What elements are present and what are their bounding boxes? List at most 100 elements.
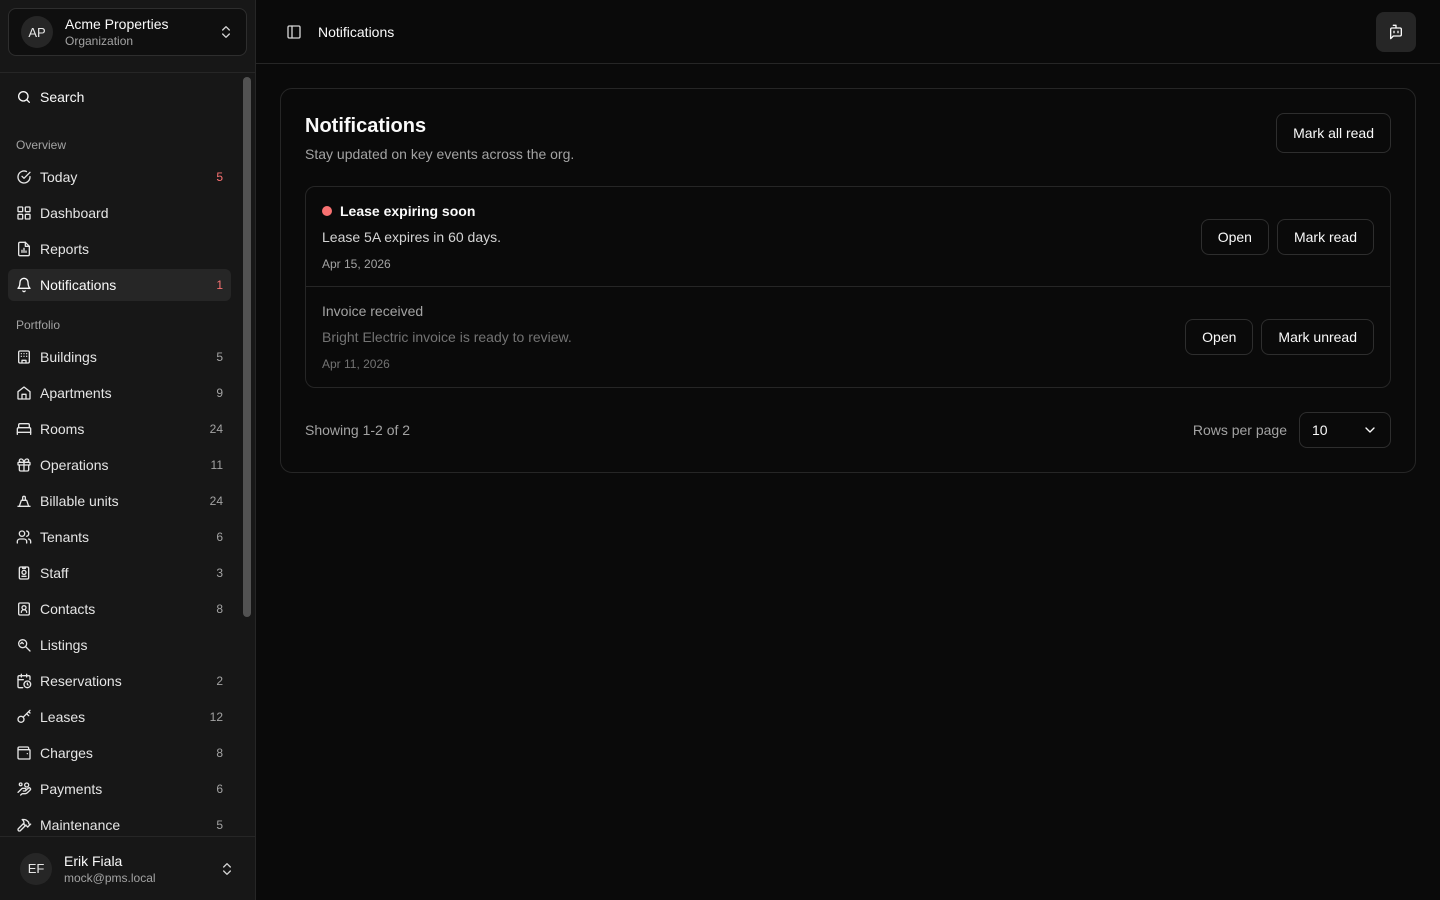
- sidebar-item-charges[interactable]: Charges 8: [8, 737, 231, 769]
- sidebar-search[interactable]: Search: [8, 81, 231, 113]
- sidebar-item-count: 5: [216, 170, 223, 184]
- sidebar-item-count: 12: [209, 710, 223, 724]
- sidebar-item-operations[interactable]: Operations 11: [8, 449, 231, 481]
- notification-date: Apr 11, 2026: [322, 357, 390, 371]
- mark-read-button[interactable]: Mark read: [1276, 218, 1374, 255]
- rows-per-page-select[interactable]: 10: [1299, 412, 1391, 448]
- sidebar-toggle-icon[interactable]: [284, 22, 304, 42]
- sidebar-item-count: 5: [216, 818, 223, 832]
- sidebar-item-leases[interactable]: Leases 12: [8, 701, 231, 733]
- sidebar-item-count: 6: [216, 530, 223, 544]
- sidebar-item-maintenance[interactable]: Maintenance 5: [8, 809, 231, 836]
- sidebar-item-label: Notifications: [40, 277, 117, 293]
- assistant-button[interactable]: [1376, 11, 1416, 52]
- sidebar-item-label: Dashboard: [40, 205, 109, 221]
- sidebar-item-label: Operations: [40, 457, 109, 473]
- sidebar-item-label: Billable units: [40, 493, 119, 509]
- rows-per-page: Rows per page 10: [1193, 412, 1391, 448]
- org-avatar: AP: [21, 16, 53, 48]
- sidebar-item-reservations[interactable]: Reservations 2: [8, 665, 231, 697]
- unread-dot-icon: [322, 205, 332, 216]
- notification-body: Lease 5A expires in 60 days.: [322, 228, 502, 245]
- key-icon: [16, 709, 32, 725]
- bed-icon: [16, 421, 32, 437]
- listing-icon: [16, 637, 32, 653]
- notifications-card: Notifications Stay updated on key events…: [280, 88, 1416, 473]
- report-icon: [16, 241, 32, 257]
- open-button[interactable]: Open: [1200, 218, 1269, 255]
- sidebar-item-label: Leases: [40, 709, 86, 725]
- hammer-icon: [16, 817, 32, 833]
- content: Notifications Stay updated on key events…: [256, 64, 1440, 497]
- notification-text: Lease expiring soon Lease 5A expires in …: [322, 203, 1201, 271]
- sidebar-item-billable-units[interactable]: Billable units 24: [8, 485, 231, 517]
- lamp-icon: [16, 493, 32, 509]
- sidebar-item-dashboard[interactable]: Dashboard: [8, 197, 231, 229]
- gift-icon: [16, 457, 32, 473]
- sidebar-item-contacts[interactable]: Contacts 8: [8, 593, 231, 625]
- sidebar-item-listings[interactable]: Listings: [8, 629, 231, 661]
- sidebar-item-label: Reservations: [40, 673, 122, 689]
- sidebar-item-label: Maintenance: [40, 817, 121, 833]
- wallet-icon: [16, 745, 32, 761]
- pagination: Showing 1-2 of 2 Rows per page 10: [305, 412, 1391, 448]
- sidebar-item-count: 6: [216, 782, 223, 796]
- sidebar-item-count: 5: [216, 350, 223, 364]
- sidebar-scrollbar[interactable]: [243, 77, 251, 617]
- users-icon: [16, 529, 32, 545]
- org-subtitle: Organization: [65, 34, 134, 48]
- notification-title: Invoice received: [322, 303, 1185, 319]
- user-menu[interactable]: EF Erik Fiala mock@pms.local: [0, 836, 255, 900]
- sidebar-item-label: Apartments: [40, 385, 112, 401]
- badge-icon: [16, 565, 32, 581]
- sidebar-item-staff[interactable]: Staff 3: [8, 557, 231, 589]
- sidebar-item-count: 2: [216, 674, 223, 688]
- sidebar-item-rooms[interactable]: Rooms 24: [8, 413, 231, 445]
- sidebar-item-today[interactable]: Today 5: [8, 161, 231, 193]
- list-item: Lease expiring soon Lease 5A expires in …: [306, 187, 1390, 287]
- bot-message-icon: [1388, 24, 1404, 40]
- card-heading: Notifications Stay updated on key events…: [305, 113, 574, 162]
- sidebar-item-count: 24: [209, 494, 223, 508]
- sidebar-item-tenants[interactable]: Tenants 6: [8, 521, 231, 553]
- notification-text: Invoice received Bright Electric invoice…: [322, 303, 1185, 371]
- sidebar-item-notifications[interactable]: Notifications 1: [8, 269, 231, 301]
- sidebar-item-count: 8: [216, 602, 223, 616]
- notification-actions: Open Mark read: [1200, 218, 1374, 255]
- sidebar-item-label: Rooms: [40, 421, 85, 437]
- sidebar-item-label: Charges: [40, 745, 93, 761]
- open-button[interactable]: Open: [1185, 319, 1254, 355]
- search-icon: [16, 89, 32, 105]
- rows-per-page-label: Rows per page: [1192, 422, 1287, 438]
- sidebar-item-label: Staff: [40, 565, 69, 581]
- user-avatar: EF: [20, 852, 52, 885]
- page-title: Notifications: [318, 23, 395, 40]
- card-header: Notifications Stay updated on key events…: [305, 113, 1391, 162]
- card-title: Notifications: [305, 115, 427, 137]
- contact-icon: [16, 601, 32, 617]
- list-item: Invoice received Bright Electric invoice…: [306, 287, 1390, 387]
- sidebar-item-count: 11: [210, 458, 223, 472]
- building-icon: [16, 349, 32, 365]
- calendar-clock-icon: [16, 673, 32, 689]
- sidebar: AP Acme Properties Organization Search O…: [0, 0, 256, 900]
- sidebar-item-payments[interactable]: Payments 6: [8, 773, 231, 805]
- search-label: Search: [40, 89, 85, 105]
- notification-body: Bright Electric invoice is ready to revi…: [322, 329, 572, 345]
- sidebar-item-count: 1: [216, 278, 223, 292]
- sidebar-item-buildings[interactable]: Buildings 5: [8, 341, 231, 373]
- sidebar-item-count: 8: [216, 746, 223, 760]
- sidebar-item-apartments[interactable]: Apartments 9: [8, 377, 231, 409]
- mark-all-read-button[interactable]: Mark all read: [1276, 113, 1391, 153]
- house-icon: [16, 385, 32, 401]
- sidebar-item-label: Listings: [40, 637, 88, 653]
- sidebar-item-count: 24: [209, 422, 223, 436]
- notification-title: Lease expiring soon: [322, 203, 1201, 219]
- sidebar-item-count: 3: [216, 566, 223, 580]
- user-text: Erik Fiala mock@pms.local: [64, 853, 207, 885]
- org-switcher[interactable]: AP Acme Properties Organization: [8, 8, 247, 56]
- sidebar-item-reports[interactable]: Reports: [8, 233, 231, 265]
- sidebar-nav: Search Overview Today 5 Dashboard Report…: [0, 73, 255, 836]
- mark-unread-button[interactable]: Mark unread: [1261, 319, 1374, 355]
- chevrons-up-down-icon: [218, 24, 234, 40]
